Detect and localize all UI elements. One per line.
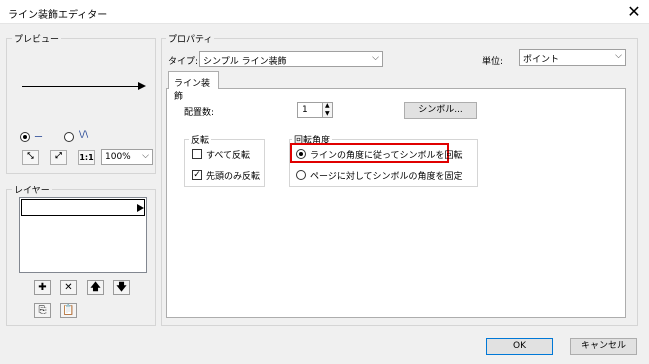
rotate-page-label: ページに対してシンボルの角度を固定 bbox=[310, 172, 463, 182]
spin-up-icon[interactable]: ▲ bbox=[325, 102, 330, 109]
title-bar: ライン装飾エディター ✕ bbox=[0, 0, 649, 24]
shrink-button[interactable]: ⤡ bbox=[22, 150, 39, 165]
move-down-button[interactable]: 🡇 bbox=[113, 280, 130, 295]
radio-line-label: ー bbox=[34, 133, 44, 143]
type-select[interactable]: シンプル ライン装飾 ⌵ bbox=[199, 51, 383, 67]
cancel-button[interactable]: キャンセル bbox=[570, 338, 637, 355]
tab-line-decoration[interactable]: ライン装飾 bbox=[168, 71, 219, 102]
close-icon[interactable]: ✕ bbox=[624, 2, 644, 22]
count-value: 1 bbox=[302, 105, 308, 115]
tab-label: ライン装飾 bbox=[174, 79, 211, 102]
chevron-down-icon: ⌵ bbox=[372, 53, 379, 63]
ok-button[interactable]: OK bbox=[486, 338, 553, 355]
type-label: タイプ: bbox=[168, 57, 199, 67]
radio-wave-preview[interactable] bbox=[64, 132, 74, 142]
tab-panel bbox=[166, 88, 626, 318]
type-value: シンプル ライン装飾 bbox=[203, 57, 287, 67]
preview-group-label: プレビュー bbox=[12, 32, 62, 45]
count-input[interactable]: 1 bbox=[297, 102, 323, 118]
unit-label: 単位: bbox=[482, 57, 504, 67]
unit-select[interactable]: ポイント ⌵ bbox=[519, 49, 626, 66]
rotate-page-radio[interactable] bbox=[296, 170, 306, 180]
delete-layer-button[interactable]: ✕ bbox=[60, 280, 77, 295]
preview-arrow-icon bbox=[138, 82, 146, 90]
properties-group-label: プロパティ bbox=[166, 32, 215, 45]
zoom-value: 100% bbox=[105, 152, 131, 162]
flip-first-label: 先頭のみ反転 bbox=[206, 172, 261, 182]
chevron-down-icon: ⌵ bbox=[615, 51, 622, 61]
layer-item[interactable] bbox=[21, 199, 145, 216]
play-icon bbox=[137, 204, 144, 212]
layer-group-label: レイヤー bbox=[12, 183, 52, 196]
zoom-select[interactable]: 100% ⌵ bbox=[101, 149, 153, 165]
flip-first-checkbox[interactable]: ✓ bbox=[192, 170, 202, 180]
add-layer-button[interactable]: ✚ bbox=[34, 280, 51, 295]
flip-all-checkbox[interactable] bbox=[192, 149, 202, 159]
rotate-along-line-radio[interactable] bbox=[296, 149, 306, 159]
count-spinner[interactable]: ▲ ▼ bbox=[322, 102, 333, 118]
move-up-button[interactable]: 🡅 bbox=[87, 280, 104, 295]
radio-wave-label: \/\ bbox=[79, 130, 89, 140]
flip-all-label: すべて反転 bbox=[206, 151, 251, 161]
copy-button[interactable]: ⎘ bbox=[34, 303, 51, 318]
unit-value: ポイント bbox=[523, 55, 560, 65]
rotate-along-line-label: ラインの角度に従ってシンボルを回転 bbox=[310, 151, 463, 161]
flip-group-label: 反転 bbox=[189, 133, 212, 146]
chevron-down-icon: ⌵ bbox=[142, 151, 149, 161]
window-title: ライン装飾エディター bbox=[8, 10, 108, 21]
spin-down-icon[interactable]: ▼ bbox=[325, 110, 330, 117]
paste-button[interactable]: 📋 bbox=[60, 303, 77, 318]
expand-button[interactable]: ⤢ bbox=[50, 150, 67, 165]
radio-line-preview[interactable] bbox=[20, 132, 30, 142]
actual-size-button[interactable]: 1:1 bbox=[78, 150, 95, 165]
symbol-button[interactable]: シンボル... bbox=[404, 102, 477, 119]
layer-list[interactable] bbox=[19, 197, 147, 273]
preview-line bbox=[22, 86, 140, 87]
count-label: 配置数: bbox=[184, 108, 215, 118]
